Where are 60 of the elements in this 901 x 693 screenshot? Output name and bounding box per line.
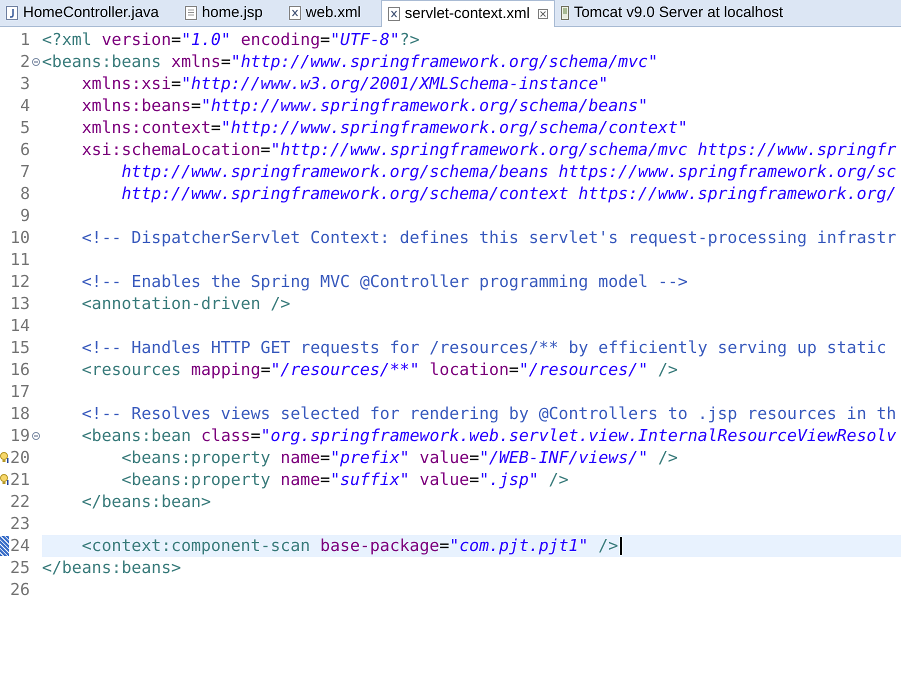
line-number: 2 — [19, 54, 30, 70]
code-line: http://www.springframework.org/schema/beans https://www.springframework.org/sc — [120, 164, 896, 180]
java-file-icon — [6, 6, 18, 20]
line-number: 1 — [19, 32, 30, 48]
code-line: xmlns:context="http://www.springframework.org/schema/context" — [80, 120, 688, 136]
line-number: 20 — [10, 450, 30, 466]
code-line: <beans:property name="prefix" value="/WEB-INF/views/" /> — [120, 450, 678, 466]
line-number: 23 — [10, 516, 30, 532]
line-number: 13 — [10, 296, 30, 312]
line-number: 22 — [10, 494, 30, 510]
text-cursor — [620, 537, 622, 555]
code-line: <!-- Handles HTTP GET requests for /resources/** by efficiently serving up static — [80, 340, 886, 356]
text-file-icon — [184, 6, 197, 20]
collapse-icon[interactable] — [32, 432, 40, 440]
code-line: xmlns:xsi="http://www.w3.org/2001/XMLSchema-instance" — [80, 76, 608, 92]
code-line: </beans:beans> — [42, 560, 182, 576]
line-number: 25 — [10, 560, 30, 576]
code-line: <!-- Resolves views selected for rendering by @Controllers to .jsp resources in th — [80, 406, 896, 422]
line-number: 12 — [10, 274, 30, 290]
code-line: xsi:schemaLocation="http://www.springframework.org/schema/mvc https://www.springfr — [80, 142, 896, 158]
code-line: <?xml version="1.0" encoding="UTF-8"?> — [42, 32, 420, 48]
code-line: <resources mapping="/resources/**" location="/resources/" /> — [80, 362, 678, 378]
line-number: 19 — [10, 428, 30, 444]
line-number: 15 — [10, 340, 30, 356]
close-icon[interactable] — [538, 9, 548, 19]
code-line: xmlns:beans="http://www.springframework.org/schema/beans" — [80, 98, 648, 114]
xml-file-icon — [288, 6, 301, 20]
collapse-icon[interactable] — [32, 58, 40, 66]
line-number: 18 — [10, 406, 30, 422]
xml-file-icon — [388, 7, 400, 21]
code-line: <beans:bean class="org.springframework.web.servlet.view.InternalResourceViewResolv — [80, 428, 896, 444]
editor-tab[interactable]: web.xml — [282, 0, 367, 26]
line-number: 9 — [19, 208, 30, 224]
server-icon — [560, 6, 569, 20]
code-line: <beans:beans xmlns="http://www.springframework.org/schema/mvc" — [42, 54, 658, 70]
code-line: <!-- Enables the Spring MVC @Controller programming model --> — [80, 274, 688, 290]
code-line: <beans:property name="suffix" value=".jsp" /> — [120, 472, 569, 488]
line-number: 17 — [10, 384, 30, 400]
code-line: <context:component-scan base-package="com.pjt.pjt1" /> — [80, 538, 618, 554]
line-number: 14 — [10, 318, 30, 334]
line-number: 3 — [19, 76, 30, 92]
line-number: 26 — [10, 582, 30, 598]
editor-tab[interactable]: home.jsp — [178, 0, 269, 26]
editor-tab[interactable]: Tomcat v9.0 Server at localhost — [554, 0, 790, 26]
code-line: <!-- DispatcherServlet Context: defines this servlet's request-processing infrastr — [80, 230, 896, 246]
line-number: 11 — [10, 252, 30, 268]
line-number: 21 — [10, 472, 30, 488]
line-number: 6 — [19, 142, 30, 158]
line-number: 4 — [19, 98, 30, 114]
code-line: </beans:bean> — [80, 494, 211, 510]
line-number: 16 — [10, 362, 30, 378]
line-number: 7 — [19, 164, 30, 180]
editor-tab[interactable]: HomeController.java — [0, 0, 165, 26]
code-line: <annotation-driven /> — [80, 296, 290, 312]
line-number: 10 — [10, 230, 30, 246]
line-number: 8 — [19, 186, 30, 202]
line-number: 24 — [10, 538, 30, 554]
line-number: 5 — [19, 120, 30, 136]
editor-tab[interactable]: servlet-context.xml — [380, 0, 555, 27]
code-line: http://www.springframework.org/schema/context https://www.springframework.org/ — [120, 186, 896, 202]
